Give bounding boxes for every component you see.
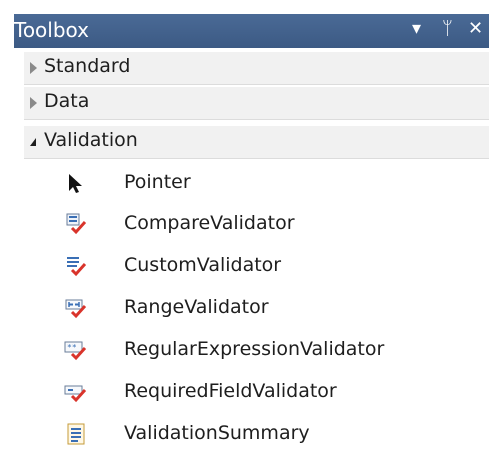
toolbox-item-regularexpressionvalidator[interactable]: ** RegularExpressionValidator	[24, 329, 489, 371]
pointer-icon	[64, 171, 88, 195]
group-data[interactable]: Data	[24, 87, 489, 120]
expand-arrow-icon	[30, 97, 37, 109]
required-field-validator-icon	[64, 380, 88, 404]
toolbox-item-label: CustomValidator	[124, 254, 282, 276]
toolbox-item-comparevalidator[interactable]: CompareValidator	[24, 203, 489, 245]
close-icon[interactable]: ✕	[468, 18, 483, 39]
toolbox-item-validationsummary[interactable]: ValidationSummary	[24, 413, 489, 455]
toolbox-item-label: CompareValidator	[124, 212, 295, 234]
toolbox-item-label: RequiredFieldValidator	[124, 380, 337, 402]
dropdown-icon[interactable]: ▾	[412, 18, 421, 39]
toolbox-item-label: ValidationSummary	[124, 422, 310, 444]
toolbox-item-label: Pointer	[124, 171, 191, 193]
collapse-arrow-icon	[30, 138, 36, 146]
toolbox-item-label: RegularExpressionValidator	[124, 338, 385, 360]
pin-icon[interactable]: ᛘ	[442, 18, 453, 39]
toolbox-item-label: RangeValidator	[124, 296, 269, 318]
toolbox-panel: Toolbox ▾ ᛘ ✕ Standard Data Validation P…	[0, 0, 489, 453]
validation-summary-icon	[64, 422, 88, 446]
group-label: Standard	[44, 55, 131, 77]
toolbox-title: Toolbox	[14, 18, 89, 42]
group-validation[interactable]: Validation	[24, 126, 489, 159]
regex-validator-icon: **	[64, 338, 88, 362]
toolbox-item-requiredfieldvalidator[interactable]: RequiredFieldValidator	[24, 371, 489, 413]
group-label: Validation	[44, 129, 138, 151]
compare-validator-icon	[64, 212, 88, 236]
group-label: Data	[44, 90, 90, 112]
expand-arrow-icon	[30, 62, 37, 74]
svg-text:**: **	[67, 343, 77, 352]
toolbox-item-customvalidator[interactable]: CustomValidator	[24, 245, 489, 287]
toolbox-titlebar: Toolbox ▾ ᛘ ✕	[14, 14, 489, 48]
range-validator-icon	[64, 296, 88, 320]
toolbox-item-pointer[interactable]: Pointer	[24, 162, 489, 204]
custom-validator-icon	[64, 254, 88, 278]
group-standard[interactable]: Standard	[24, 52, 489, 85]
toolbox-item-rangevalidator[interactable]: RangeValidator	[24, 287, 489, 329]
